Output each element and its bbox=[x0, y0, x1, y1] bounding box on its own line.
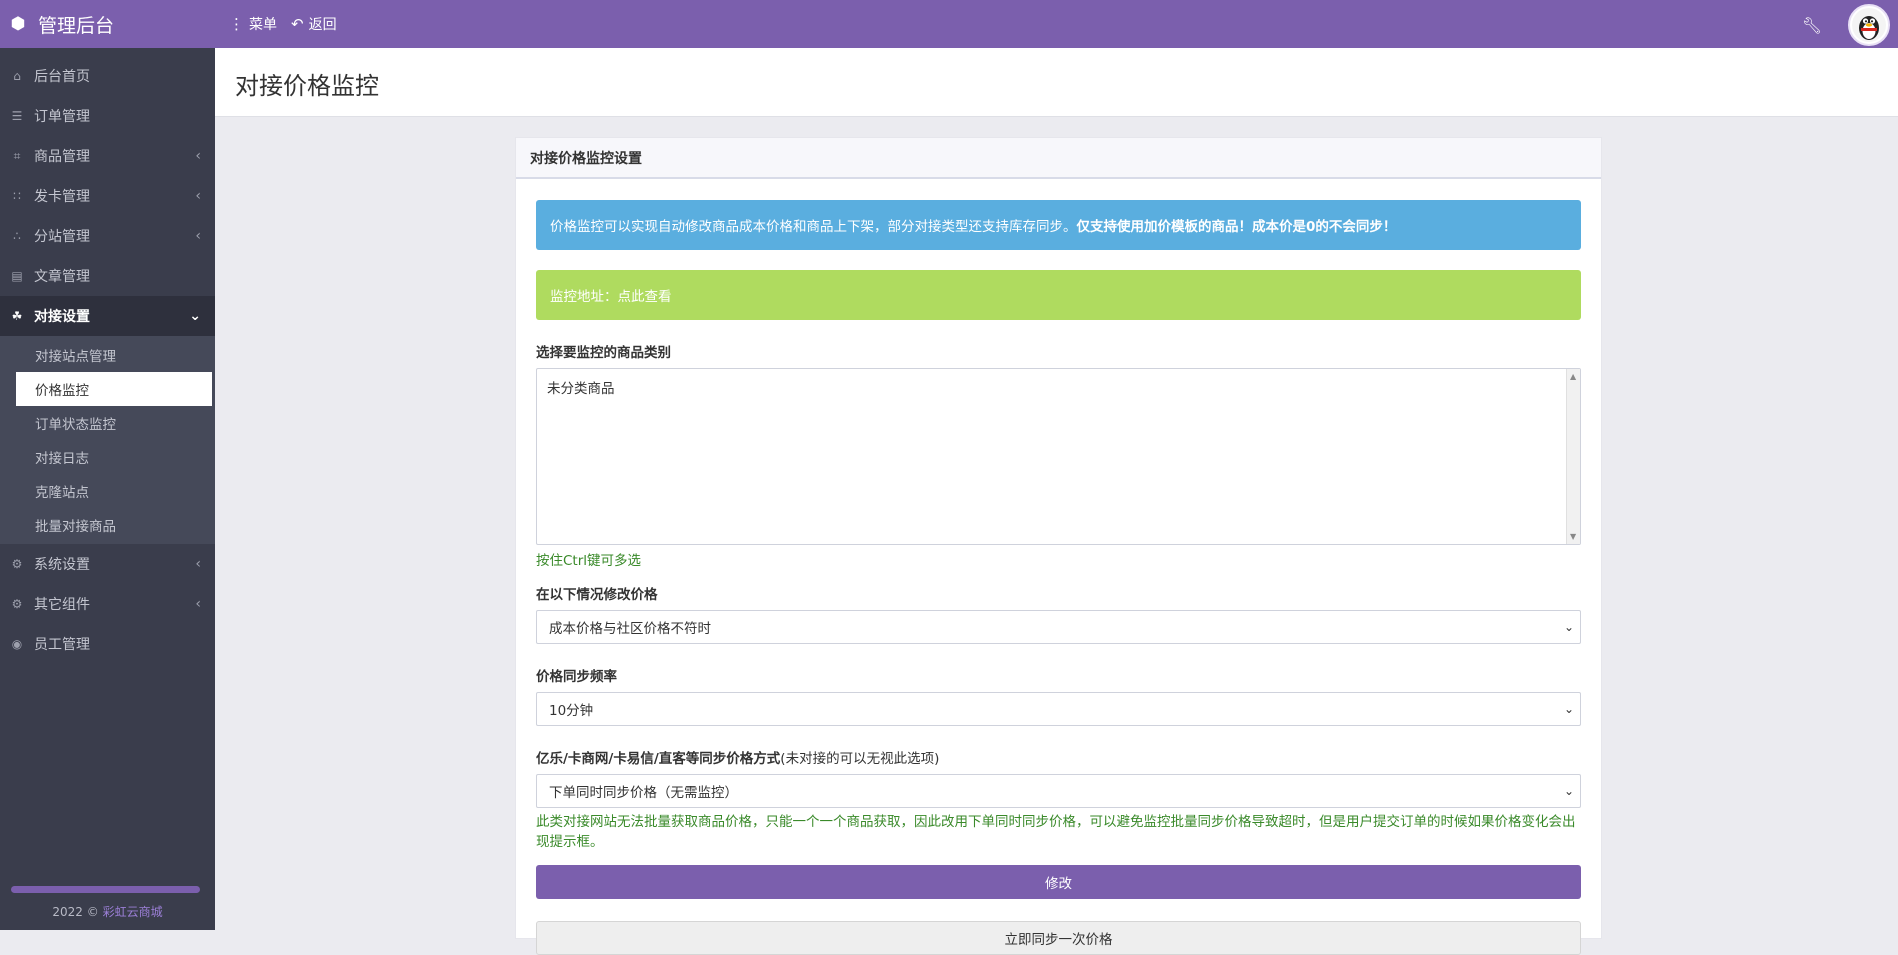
chevron-left-icon: ‹ bbox=[195, 148, 201, 164]
chevron-down-icon: ⌄ bbox=[1563, 620, 1574, 634]
cube-icon: ⬢ bbox=[10, 14, 26, 34]
sidebar-item-articles[interactable]: ▤ 文章管理 bbox=[0, 256, 215, 296]
sync-frequency-select[interactable]: 10分钟 ⌄ bbox=[536, 692, 1581, 726]
sidebar-item-staff[interactable]: ◉ 员工管理 bbox=[0, 624, 215, 664]
info-alert-text: 价格监控可以实现自动修改商品成本价格和商品上下架，部分对接类型还支持库存同步。 bbox=[550, 219, 1077, 235]
grid-icon: ∷ bbox=[13, 189, 21, 203]
sidebar-item-label: 分站管理 bbox=[34, 229, 90, 245]
category-label: 选择要监控的商品类别 bbox=[536, 345, 671, 361]
cart-icon: ⌗ bbox=[13, 148, 21, 163]
menu-button[interactable]: ⋮ 菜单 bbox=[229, 14, 277, 34]
sync-frequency-label: 价格同步频率 bbox=[536, 669, 617, 685]
info-alert-strong: 仅支持使用加价模板的商品！成本价是0的不会同步！ bbox=[1076, 219, 1397, 235]
card-body: 价格监控可以实现自动修改商品成本价格和商品上下架，部分对接类型还支持库存同步。仅… bbox=[516, 179, 1601, 955]
chevron-down-icon: ⌄ bbox=[1563, 784, 1574, 798]
sidebar-item-label: 系统设置 bbox=[34, 557, 90, 573]
submit-button[interactable]: 修改 bbox=[536, 865, 1581, 899]
sidebar-item-cards[interactable]: ∷ 发卡管理 ‹ bbox=[0, 176, 215, 216]
qq-penguin-avatar-icon bbox=[1852, 8, 1886, 42]
back-button-label: 返回 bbox=[308, 17, 337, 33]
chevron-down-icon: ⌄ bbox=[189, 308, 201, 324]
sidebar-item-substations[interactable]: ∴ 分站管理 ‹ bbox=[0, 216, 215, 256]
home-icon: ⌂ bbox=[13, 69, 21, 83]
multiselect-scrollbar[interactable]: ▲ ▼ bbox=[1566, 369, 1580, 544]
brand-title: 管理后台 bbox=[38, 14, 115, 37]
sync-method-label-note: (未对接的可以无视此选项) bbox=[780, 751, 940, 767]
page-title: 对接价格监控 bbox=[235, 72, 379, 100]
chevron-left-icon: ‹ bbox=[195, 188, 201, 204]
sync-method-value: 下单同时同步价格（无需监控） bbox=[549, 785, 738, 801]
modify-condition-value: 成本价格与社区价格不符时 bbox=[549, 621, 711, 637]
cubes-icon: ☘ bbox=[11, 309, 23, 323]
card-header: 对接价格监控设置 bbox=[516, 138, 1601, 179]
footer-copyright: 2022 © bbox=[52, 905, 99, 919]
subitem-clone-site[interactable]: 克隆站点 bbox=[0, 474, 215, 508]
monitor-url-text[interactable]: 监控地址：点此查看 bbox=[550, 285, 672, 305]
back-button[interactable]: ↶ 返回 bbox=[291, 14, 337, 34]
user-circle-icon: ◉ bbox=[11, 637, 23, 651]
book-icon: ▤ bbox=[11, 269, 23, 283]
sidebar-item-label: 订单管理 bbox=[34, 109, 90, 125]
chevron-left-icon: ‹ bbox=[195, 596, 201, 612]
chevron-left-icon: ‹ bbox=[195, 228, 201, 244]
sidebar-item-label: 员工管理 bbox=[34, 637, 90, 653]
sidebar-item-label: 发卡管理 bbox=[34, 189, 90, 205]
wrench-icon[interactable]: 🔧︎ bbox=[1802, 16, 1822, 35]
modify-condition-select[interactable]: 成本价格与社区价格不符时 ⌄ bbox=[536, 610, 1581, 644]
category-option[interactable]: 未分类商品 bbox=[547, 377, 1570, 397]
cogs-icon: ⚙ bbox=[11, 597, 23, 611]
undo-arrow-icon: ↶ bbox=[291, 15, 304, 33]
topbar: ⋮ 菜单 ↶ 返回 🔧︎ bbox=[215, 0, 1898, 48]
sync-method-label-text: 亿乐/卡商网/卡易信/直客等同步价格方式 bbox=[536, 751, 781, 767]
sync-method-select[interactable]: 下单同时同步价格（无需监控） ⌄ bbox=[536, 774, 1581, 808]
sync-frequency-value: 10分钟 bbox=[549, 703, 594, 719]
sitemap-icon: ∴ bbox=[13, 229, 21, 243]
sync-now-button[interactable]: 立即同步一次价格 bbox=[536, 921, 1581, 955]
list-icon: ☰ bbox=[11, 109, 23, 123]
sidebar-item-products[interactable]: ⌗ 商品管理 ‹ bbox=[0, 136, 215, 176]
chevron-down-icon: ⌄ bbox=[1563, 702, 1574, 716]
cog-icon: ⚙ bbox=[11, 557, 23, 571]
menu-button-label: 菜单 bbox=[249, 17, 277, 33]
scroll-down-icon[interactable]: ▼ bbox=[1570, 532, 1576, 541]
category-help: 按住Ctrl键可多选 bbox=[536, 553, 642, 569]
vertical-dots-icon: ⋮ bbox=[229, 15, 244, 33]
sidebar-item-label: 商品管理 bbox=[34, 149, 90, 165]
subitem-price-monitor[interactable]: 价格监控 bbox=[16, 372, 212, 406]
topbar-right: 🔧︎ bbox=[1802, 4, 1890, 46]
sidebar-item-label: 对接设置 bbox=[34, 309, 90, 325]
sync-method-help: 此类对接网站无法批量获取商品价格，只能一个一个商品获取，因此改用下单同时同步价格… bbox=[536, 814, 1576, 850]
sidebar-item-orders[interactable]: ☰ 订单管理 bbox=[0, 96, 215, 136]
sidebar-item-other-components[interactable]: ⚙ 其它组件 ‹ bbox=[0, 584, 215, 624]
subitem-site-management[interactable]: 对接站点管理 bbox=[0, 338, 215, 372]
avatar[interactable] bbox=[1848, 4, 1890, 46]
sidebar: ⬢ 管理后台 ⌂ 后台首页 ☰ 订单管理 ⌗ 商品管理 ‹ ∷ 发卡管理 ‹ ∴ 分站管理 ‹ … bbox=[0, 0, 215, 930]
page-header: 对接价格监控 bbox=[215, 48, 1898, 117]
sidebar-nav: ⌂ 后台首页 ☰ 订单管理 ⌗ 商品管理 ‹ ∷ 发卡管理 ‹ ∴ 分站管理 ‹ ▤ 文章管理 ☘… bbox=[0, 48, 215, 664]
monitor-url-alert[interactable]: 监控地址：点此查看 bbox=[536, 270, 1581, 320]
scroll-up-icon[interactable]: ▲ bbox=[1570, 372, 1576, 381]
subitem-docking-log[interactable]: 对接日志 bbox=[0, 440, 215, 474]
subitem-batch-dock-products[interactable]: 批量对接商品 bbox=[0, 508, 215, 542]
category-multiselect[interactable]: 未分类商品 ▲ ▼ bbox=[536, 368, 1581, 545]
modify-condition-label: 在以下情况修改价格 bbox=[536, 587, 658, 603]
sync-method-label: 亿乐/卡商网/卡易信/直客等同步价格方式(未对接的可以无视此选项) bbox=[536, 747, 1581, 767]
info-alert: 价格监控可以实现自动修改商品成本价格和商品上下架，部分对接类型还支持库存同步。仅… bbox=[536, 200, 1581, 250]
brand[interactable]: ⬢ 管理后台 bbox=[0, 0, 215, 48]
chevron-left-icon: ‹ bbox=[195, 556, 201, 572]
sidebar-item-label: 其它组件 bbox=[34, 597, 90, 613]
docking-subnav: 对接站点管理 价格监控 订单状态监控 对接日志 克隆站点 批量对接商品 bbox=[0, 336, 215, 544]
sidebar-item-home[interactable]: ⌂ 后台首页 bbox=[0, 56, 215, 96]
sidebar-item-system-settings[interactable]: ⚙ 系统设置 ‹ bbox=[0, 544, 215, 584]
sidebar-item-label: 后台首页 bbox=[34, 69, 90, 85]
price-monitor-card: 对接价格监控设置 价格监控可以实现自动修改商品成本价格和商品上下架，部分对接类型… bbox=[515, 137, 1602, 955]
sidebar-footer: 2022 © 彩虹云商城 bbox=[0, 903, 215, 920]
subitem-order-status-monitor[interactable]: 订单状态监控 bbox=[0, 406, 215, 440]
sidebar-item-label: 文章管理 bbox=[34, 269, 90, 285]
footer-link[interactable]: 彩虹云商城 bbox=[103, 905, 163, 919]
sidebar-item-docking-settings[interactable]: ☘ 对接设置 ⌄ bbox=[0, 296, 215, 336]
sidebar-scrollbar[interactable] bbox=[11, 886, 200, 893]
